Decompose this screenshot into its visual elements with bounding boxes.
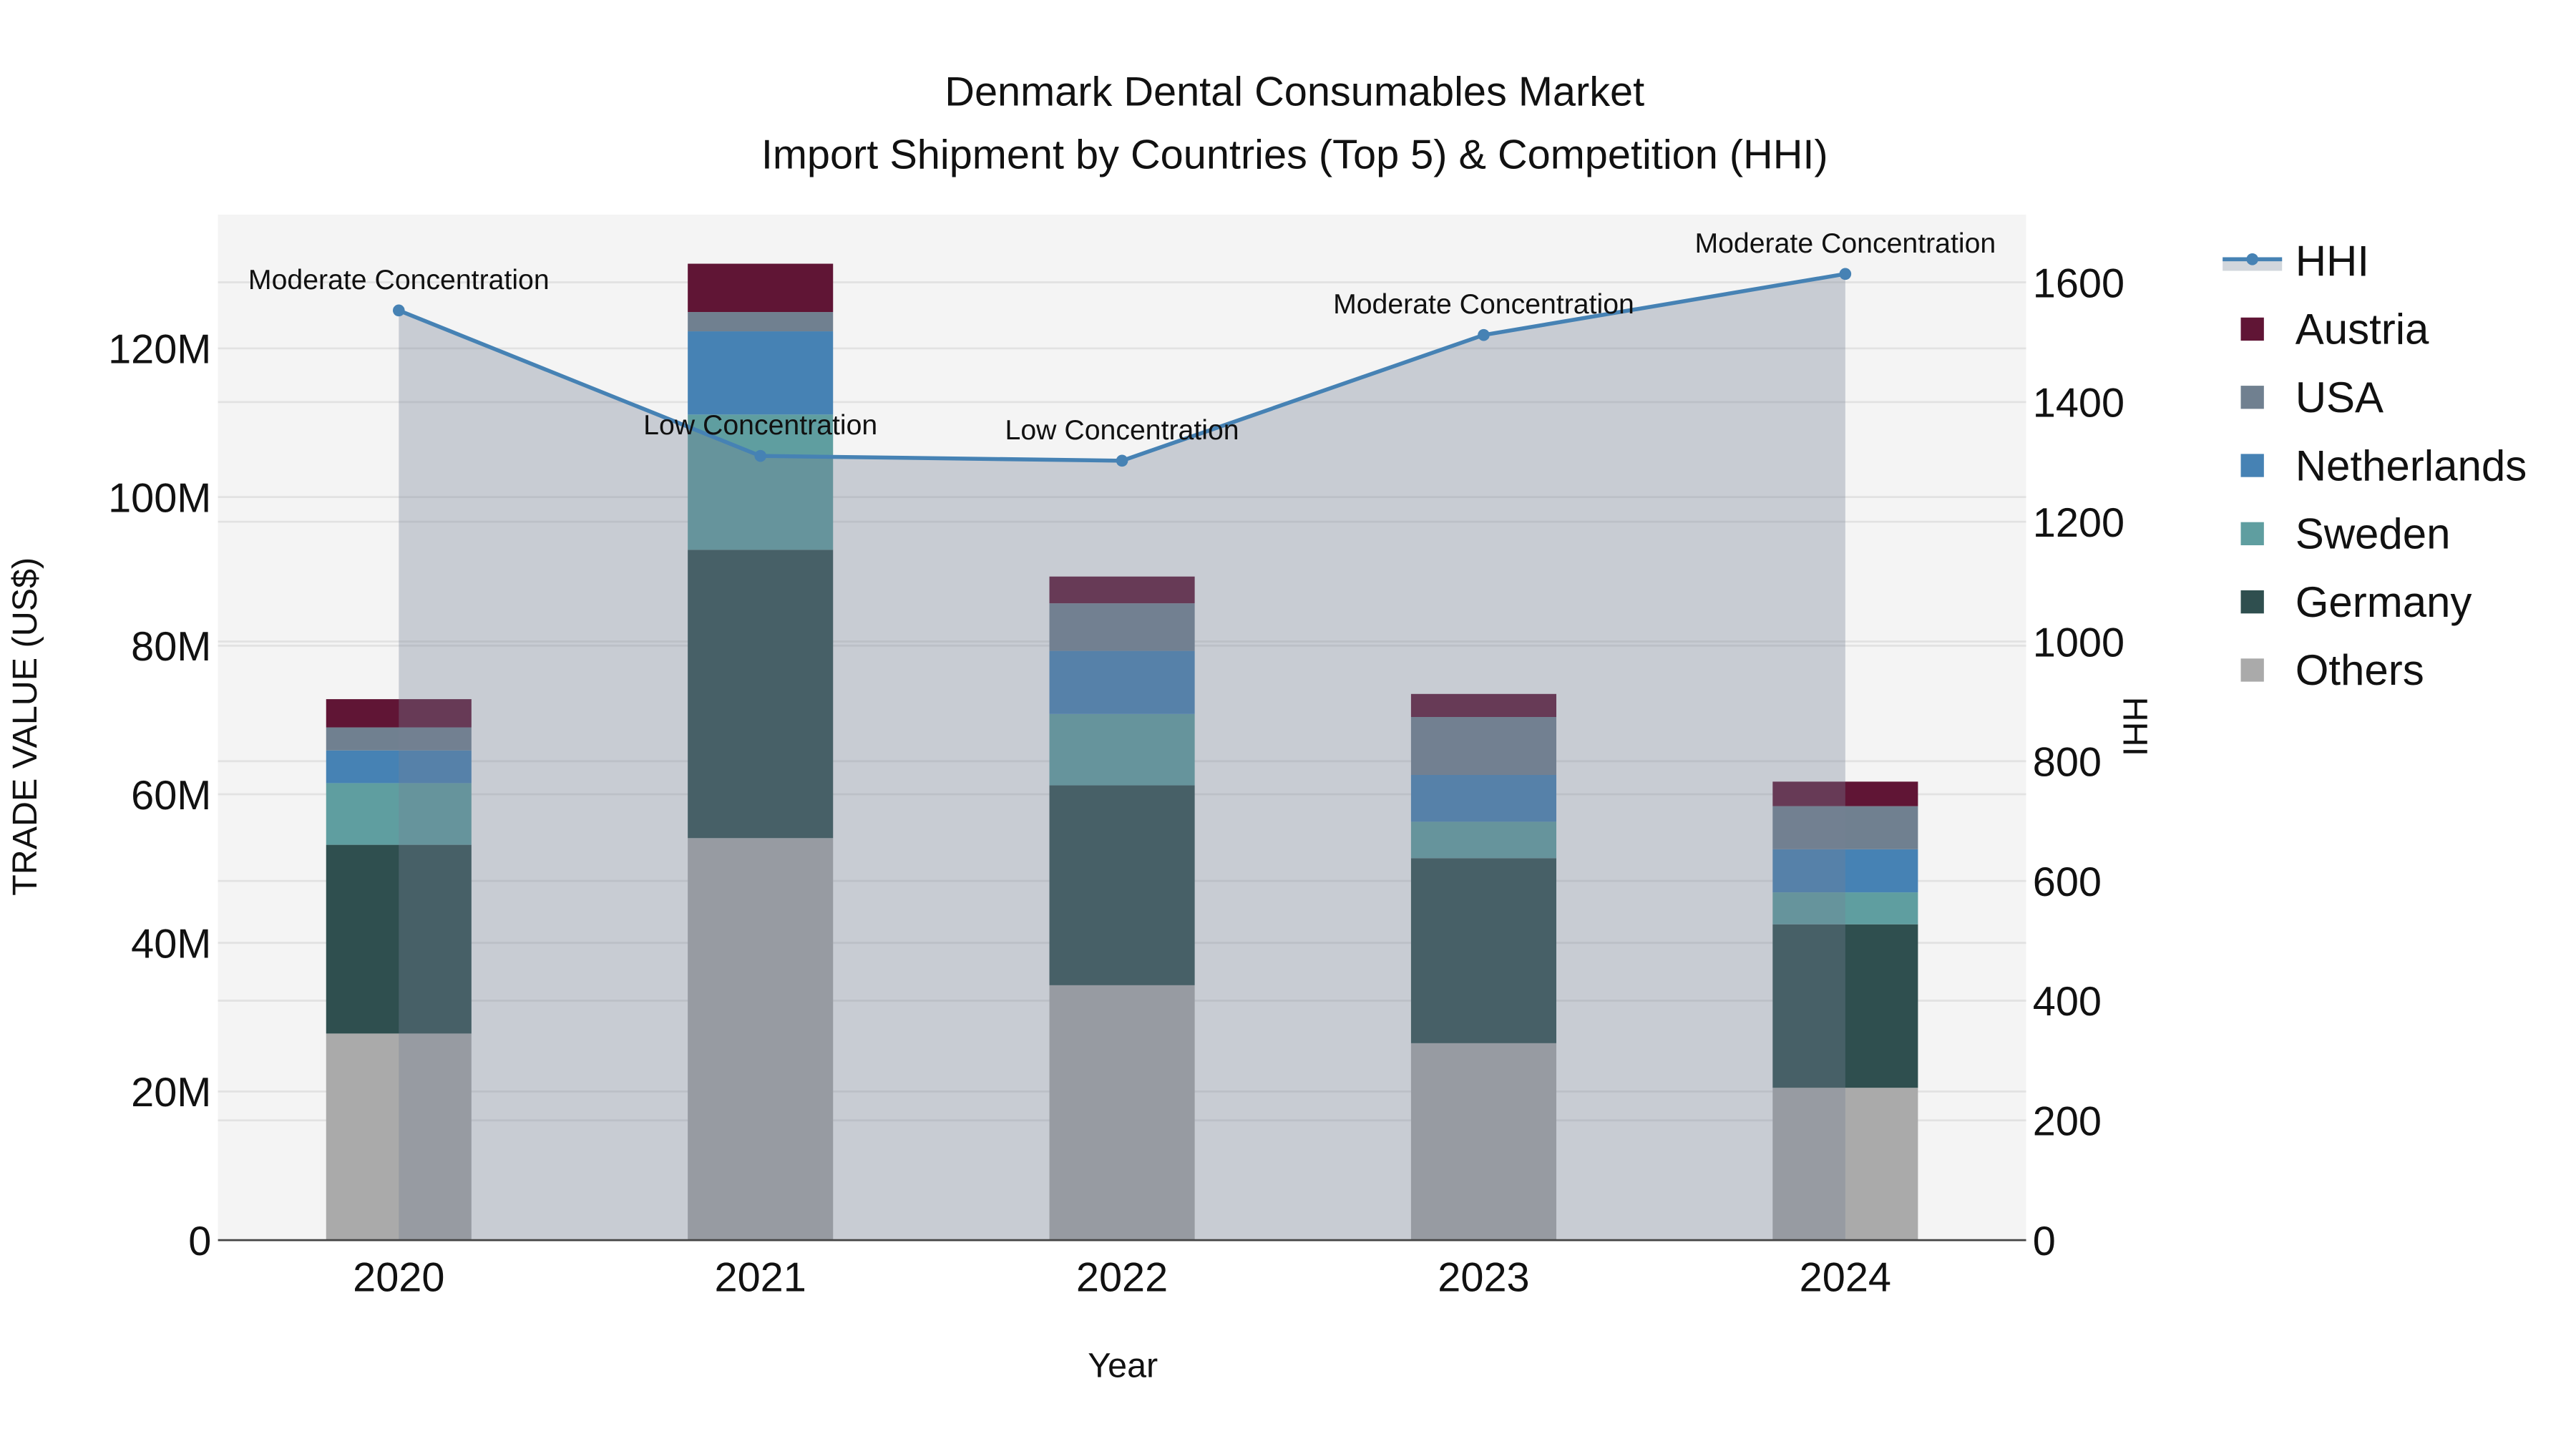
legend-swatch-others	[2240, 658, 2264, 682]
hhi-annotation: Low Concentration	[643, 409, 877, 441]
legend-label-austria: Austria	[2296, 306, 2429, 353]
hhi-point	[393, 304, 405, 317]
x-tick-label: 2020	[353, 1255, 444, 1301]
legend: HHI Austria USA Netherlands Sweden Germany Oth…	[2223, 237, 2527, 694]
legend-swatch-sweden	[2240, 522, 2264, 545]
y-tick-label: 20M	[131, 1070, 211, 1116]
y2-axis-label: HHI	[2116, 697, 2155, 756]
legend-label-germany: Germany	[2296, 578, 2472, 626]
y2-tick-label: 1400	[2033, 381, 2124, 426]
hhi-trade-chart: Denmark Dental Consumables Market Import…	[6, 69, 2527, 1385]
bar-usa-2021	[688, 312, 834, 332]
legend-label-netherlands: Netherlands	[2296, 441, 2527, 489]
y2-tick-label: 1000	[2033, 620, 2124, 665]
chart-title: Denmark Dental Consumables Market	[945, 69, 1644, 115]
legend-hhi-marker	[2246, 253, 2258, 265]
y2-tick-label: 600	[2033, 859, 2102, 905]
y-tick-label: 60M	[131, 773, 211, 819]
x-tick-label: 2022	[1076, 1255, 1168, 1301]
y2-tick-label: 800	[2033, 740, 2102, 786]
bar-austria-2021	[688, 263, 834, 313]
legend-label-hhi: HHI	[2296, 237, 2369, 285]
legend-label-sweden: Sweden	[2296, 510, 2451, 558]
y-tick-label: 100M	[108, 475, 211, 521]
legend-swatch-austria	[2240, 317, 2264, 341]
y2-tick-label: 400	[2033, 979, 2102, 1025]
y-tick-label: 0	[188, 1219, 211, 1264]
y-tick-label: 40M	[131, 921, 211, 967]
y2-tick-label: 1200	[2033, 500, 2124, 546]
legend-swatch-usa	[2240, 386, 2264, 409]
hhi-annotation: Low Concentration	[1005, 414, 1239, 446]
x-axis-label: Year	[1088, 1347, 1158, 1385]
bar-netherlands-2021	[688, 331, 834, 415]
y2-tick-label: 1600	[2033, 260, 2124, 306]
y-tick-label: 120M	[108, 327, 211, 373]
hhi-point	[754, 449, 766, 462]
y2-tick-label: 0	[2033, 1219, 2056, 1264]
y-tick-label: 80M	[131, 624, 211, 670]
hhi-annotation: Moderate Concentration	[1694, 228, 1996, 259]
hhi-annotation: Moderate Concentration	[1333, 288, 1634, 320]
x-tick-label: 2021	[715, 1255, 806, 1301]
hhi-point	[1478, 328, 1490, 341]
legend-swatch-netherlands	[2240, 454, 2264, 477]
chart-subtitle: Import Shipment by Countries (Top 5) & C…	[761, 132, 1828, 177]
x-tick-label: 2024	[1800, 1255, 1891, 1301]
legend-label-others: Others	[2296, 646, 2424, 694]
y2-tick-label: 200	[2033, 1099, 2102, 1145]
x-tick-label: 2023	[1438, 1255, 1529, 1301]
hhi-annotation: Moderate Concentration	[248, 264, 550, 296]
legend-swatch-germany	[2240, 590, 2264, 614]
y-axis-label: TRADE VALUE (US$)	[6, 557, 44, 896]
hhi-point	[1839, 268, 1852, 280]
hhi-point	[1116, 454, 1128, 467]
legend-label-usa: USA	[2296, 374, 2384, 421]
